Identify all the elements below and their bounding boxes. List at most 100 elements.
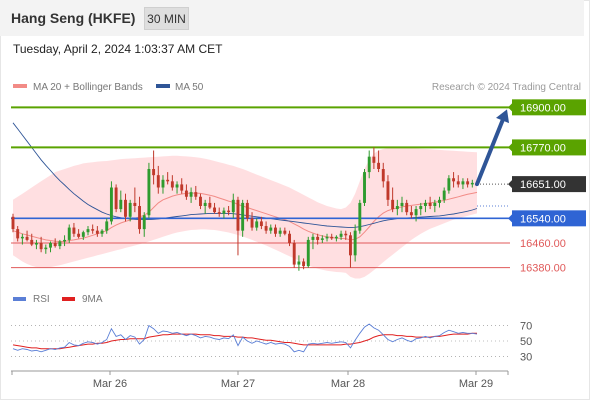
candle-body <box>11 216 15 230</box>
candle-body <box>25 236 29 240</box>
level-label-16460: 16460.00 <box>520 238 566 250</box>
candle-body <box>466 181 470 185</box>
candle-body <box>433 202 437 206</box>
forecast-arrow-shaft <box>475 118 505 187</box>
resistance-label-16770: 16770.00 <box>520 142 566 154</box>
candle-body <box>81 232 85 237</box>
candle-body <box>194 192 198 197</box>
candle-body <box>456 181 460 185</box>
legend-label-rsi: RSI <box>33 294 50 305</box>
candle-body <box>288 233 291 243</box>
candle-body <box>142 215 146 230</box>
candle-body <box>152 169 156 176</box>
candle-body <box>222 210 226 214</box>
candle-body <box>283 230 287 234</box>
candle-body <box>53 243 57 247</box>
candle-body <box>170 181 174 188</box>
candle-body <box>377 162 381 169</box>
candle-body <box>245 202 249 219</box>
candle-body <box>16 229 20 239</box>
candle-body <box>349 235 352 256</box>
candle-body <box>34 243 38 245</box>
candle-body <box>306 239 310 267</box>
candle-body <box>95 230 99 234</box>
support-label-16540: 16540.00 <box>520 213 566 225</box>
candle-body <box>452 178 456 182</box>
candle-body <box>114 187 118 210</box>
legend-label-rsi-ma: 9MA <box>82 294 103 305</box>
x-tick-label-mar-29: Mar 29 <box>459 378 493 390</box>
candle-body <box>372 156 376 163</box>
candle-body <box>203 202 207 206</box>
candle-body <box>189 192 193 197</box>
candle-body <box>255 221 259 228</box>
candle-body <box>358 202 362 231</box>
last-price-label-pointer <box>508 180 512 189</box>
price-chart: MA 20 + Bollinger Bands MA 50 Research ©… <box>11 82 586 390</box>
candle-body <box>124 199 127 217</box>
candle-body <box>91 229 95 231</box>
x-tick-label-mar-26: Mar 26 <box>93 378 127 390</box>
candle-body <box>339 233 343 237</box>
x-tick-label-mar-27: Mar 27 <box>221 378 255 390</box>
candle-body <box>381 169 385 182</box>
candle-body <box>438 199 441 203</box>
candle-body <box>166 179 170 182</box>
candle-body <box>292 243 296 265</box>
candle-body <box>334 236 338 239</box>
candle-body <box>386 181 390 200</box>
candle-body <box>39 243 43 250</box>
candle-body <box>231 199 235 213</box>
rsi-axis-label-30: 30 <box>520 351 532 363</box>
candle-body <box>264 226 268 231</box>
candle-body <box>86 229 90 233</box>
legend-label-ma50: MA 50 <box>175 82 204 93</box>
candle-body <box>302 261 306 267</box>
last-price-label: 16651.00 <box>520 179 566 191</box>
candle-body <box>58 241 62 247</box>
candle-body <box>344 233 348 236</box>
candle-body <box>414 209 418 216</box>
candle-body <box>250 218 254 228</box>
candle-body <box>405 202 409 213</box>
candle-body <box>316 236 320 240</box>
time-axis: Mar 26 Mar 27 Mar 28 Mar 29 <box>11 370 509 390</box>
candle-body <box>133 202 137 206</box>
legend-swatch-rsi <box>13 297 26 301</box>
candle-body <box>184 190 188 197</box>
candle-body <box>109 187 113 222</box>
candle-body <box>325 236 329 239</box>
candle-body <box>20 236 24 239</box>
candle-body <box>269 227 273 231</box>
candle-body <box>391 199 395 210</box>
resistance-label-16900: 16900.00 <box>520 102 566 114</box>
candle-body <box>311 236 315 240</box>
candle-body <box>241 202 245 231</box>
candle-body <box>470 182 474 185</box>
candle-body <box>161 179 165 188</box>
candle-body <box>49 243 52 248</box>
resistance-label-pointer-16770 <box>508 143 512 152</box>
candle-body <box>63 239 67 242</box>
rsi-panel: 70 50 30 <box>11 321 532 363</box>
candle-body <box>395 206 399 210</box>
candle-body <box>274 227 277 234</box>
candle-body <box>105 221 109 231</box>
legend-swatch-ma50 <box>156 84 170 88</box>
legend-label-ma20: MA 20 + Bollinger Bands <box>33 82 143 93</box>
candle-body <box>67 227 71 240</box>
candle-body <box>330 236 334 239</box>
candle-body <box>175 184 179 188</box>
candle-body <box>236 199 240 231</box>
x-tick-label-mar-28: Mar 28 <box>331 378 365 390</box>
candle-body <box>400 202 404 206</box>
resistance-label-pointer-16900 <box>508 103 512 112</box>
bollinger-band <box>13 147 477 279</box>
credit-text: Research © 2024 Trading Central <box>432 82 581 93</box>
candle-body <box>419 206 423 210</box>
candle-body <box>199 196 202 206</box>
support-label-pointer-16540 <box>508 214 512 223</box>
candle-body <box>208 202 212 208</box>
candle-body <box>278 230 282 234</box>
level-labels: 16900.00 16770.00 16651.00 16540.00 16460.00… <box>508 99 586 275</box>
